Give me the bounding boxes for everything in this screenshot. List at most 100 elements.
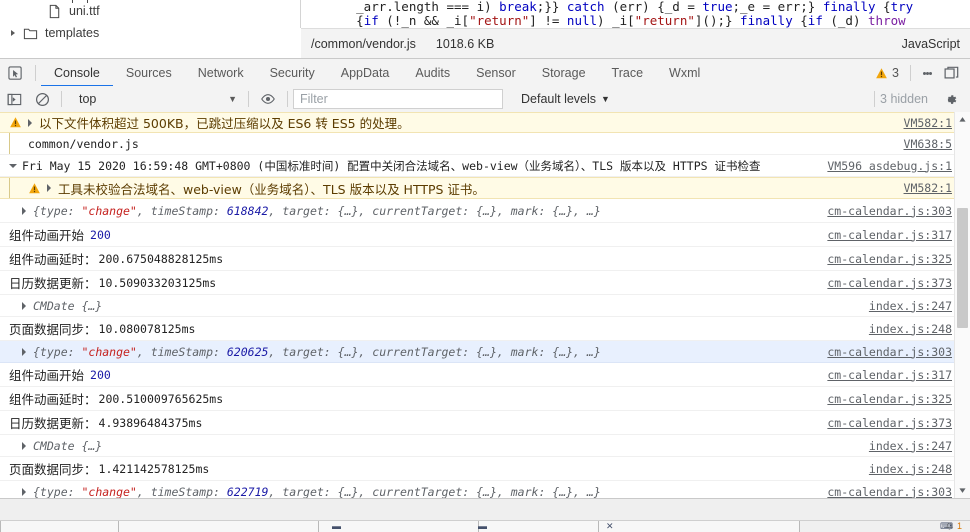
file-tree-item-templates[interactable]: templates	[0, 22, 300, 44]
console-source-link[interactable]: cm-calendar.js:317	[827, 228, 952, 242]
log-levels-selector[interactable]: Default levels ▼	[521, 92, 610, 106]
console-source-link[interactable]: cm-calendar.js:303	[827, 204, 952, 218]
chevron-down-icon: ▼	[228, 94, 237, 104]
tab-console[interactable]: Console	[41, 60, 113, 87]
console-row-log[interactable]: 组件动画开始 200 cm-calendar.js:317	[0, 223, 970, 247]
console-row-object[interactable]: CMDate {…} index.js:247	[0, 295, 970, 317]
console-scrollbar[interactable]	[954, 112, 970, 498]
console-row-detail[interactable]: common/vendor.js VM638:5	[0, 133, 970, 155]
console-source-link[interactable]: VM596 asdebug.js:1	[827, 159, 952, 173]
execution-context-selector[interactable]: top ▼	[71, 89, 243, 109]
tab-security[interactable]: Security	[257, 60, 328, 87]
object-string-value: "change"	[81, 344, 137, 359]
tab-trace[interactable]: Trace	[599, 60, 657, 87]
dock-position-icon[interactable]	[938, 62, 964, 84]
console-message-text: 日历数据更新：	[9, 276, 97, 291]
object-mid: , timeStamp:	[136, 344, 227, 359]
inspect-element-icon[interactable]	[0, 60, 30, 87]
console-message-text: 工具未校验合法域名、web-view（业务域名）、TLS 版本以及 HTTPS …	[58, 181, 485, 197]
console-source-link[interactable]: index.js:248	[869, 462, 952, 476]
console-row-log[interactable]: 页面数据同步： 1.421142578125ms index.js:248	[0, 457, 970, 481]
console-object-preview: CMDate {…}	[33, 298, 103, 313]
console-source-link[interactable]: cm-calendar.js:303	[827, 485, 952, 499]
console-message-value: 200	[90, 367, 111, 382]
expand-arrow-icon[interactable]	[20, 441, 30, 451]
tab-sources[interactable]: Sources	[113, 60, 185, 87]
console-row-log[interactable]: 组件动画开始 200 cm-calendar.js:317	[0, 363, 970, 387]
console-source-link[interactable]: cm-calendar.js:373	[827, 416, 952, 430]
console-row-log[interactable]: 组件动画延时： 200.510009765625ms cm-calendar.j…	[0, 387, 970, 411]
kebab-menu-icon[interactable]	[916, 62, 938, 84]
tab-wxml[interactable]: Wxml	[656, 60, 713, 87]
console-source-link[interactable]: cm-calendar.js:325	[827, 252, 952, 266]
console-row-group-header[interactable]: Fri May 15 2020 16:59:48 GMT+0800 (中国标准时…	[0, 155, 970, 177]
console-row-object-selected[interactable]: {type: "change", timeStamp: 620625, targ…	[0, 341, 970, 363]
console-row-warning[interactable]: 以下文件体积超过 500KB，已跳过压缩以及 ES6 转 ES5 的处理。 VM…	[0, 112, 970, 133]
console-source-link[interactable]: VM582:1	[904, 181, 952, 195]
code-editor-pane[interactable]: _arr.length === i) break;}} catch (err) …	[301, 0, 970, 28]
expand-arrow-icon[interactable]	[45, 183, 55, 193]
tab-appdata[interactable]: AppData	[328, 60, 403, 87]
console-message-text: 以下文件体积超过 500KB，已跳过压缩以及 ES6 转 ES5 的处理。	[39, 116, 410, 131]
file-tree-item-label: templates	[45, 26, 100, 40]
tab-audits[interactable]: Audits	[402, 60, 463, 87]
chevron-right-icon[interactable]	[8, 27, 20, 39]
live-expression-icon[interactable]	[254, 87, 282, 112]
tab-list: Console Sources Network Security AppData…	[41, 60, 713, 87]
console-row-object[interactable]: {type: "change", timeStamp: 618842, targ…	[0, 199, 970, 223]
console-source-link[interactable]: index.js:247	[869, 299, 952, 313]
expand-arrow-icon[interactable]	[26, 118, 36, 128]
taskbar-item[interactable]	[0, 521, 120, 532]
object-suffix: , target: {…}, currentTarget: {…}, mark:…	[268, 203, 601, 218]
console-row-log[interactable]: 页面数据同步： 10.080078125ms index.js:248	[0, 317, 970, 341]
gear-icon[interactable]	[936, 87, 964, 112]
console-prompt-area[interactable]	[0, 498, 970, 521]
console-source-link[interactable]: VM638:5	[904, 137, 952, 151]
scrollbar-thumb[interactable]	[957, 208, 968, 328]
folder-icon	[23, 26, 38, 41]
console-sidebar-icon[interactable]	[0, 87, 28, 112]
execution-context-value: top	[79, 92, 97, 106]
toolbar-divider	[287, 91, 288, 107]
tab-storage[interactable]: Storage	[529, 60, 599, 87]
console-source-link[interactable]: cm-calendar.js:317	[827, 368, 952, 382]
object-number-value: 622719	[226, 484, 269, 499]
console-filter-bar: top ▼ Default levels ▼ 3 hidden	[0, 86, 970, 113]
file-tree-item-uni-ttf[interactable]: uni.ttf	[0, 0, 300, 22]
scroll-up-arrow-icon[interactable]	[955, 112, 970, 127]
expand-arrow-icon[interactable]	[20, 347, 30, 357]
collapse-arrow-icon[interactable]	[9, 161, 19, 171]
console-source-link[interactable]: cm-calendar.js:303	[827, 345, 952, 359]
console-message-text: 组件动画开始	[9, 228, 85, 243]
console-row-log[interactable]: 日历数据更新： 10.509033203125ms cm-calendar.js…	[0, 271, 970, 295]
tab-sensor[interactable]: Sensor	[463, 60, 529, 87]
warning-count-badge[interactable]: 3	[875, 66, 905, 80]
clear-console-icon[interactable]	[28, 87, 56, 112]
console-source-link[interactable]: cm-calendar.js:325	[827, 392, 952, 406]
tab-bar-actions: 3	[875, 62, 970, 84]
object-suffix: , target: {…}, currentTarget: {…}, mark:…	[268, 344, 601, 359]
system-tray: 1	[945, 521, 962, 532]
console-source-link[interactable]: VM582:1	[904, 116, 952, 130]
expand-arrow-icon[interactable]	[20, 206, 30, 216]
console-row-log[interactable]: 日历数据更新： 4.93896484375ms cm-calendar.js:3…	[0, 411, 970, 435]
expand-arrow-icon[interactable]	[20, 301, 30, 311]
console-row-object[interactable]: {type: "change", timeStamp: 622719, targ…	[0, 481, 970, 498]
console-source-link[interactable]: index.js:248	[869, 322, 952, 336]
object-mid: , timeStamp:	[136, 484, 227, 499]
console-source-link[interactable]: index.js:247	[869, 439, 952, 453]
console-object-preview: {type: "change", timeStamp: 618842, targ…	[33, 204, 601, 218]
console-source-link[interactable]: cm-calendar.js:373	[827, 276, 952, 290]
console-row-warning[interactable]: 工具未校验合法域名、web-view（业务域名）、TLS 版本以及 HTTPS …	[0, 177, 970, 199]
console-row-object[interactable]: CMDate {…} index.js:247	[0, 435, 970, 457]
tab-network[interactable]: Network	[185, 60, 257, 87]
console-row-log[interactable]: 组件动画延时： 200.675048828125ms cm-calendar.j…	[0, 247, 970, 271]
taskbar-item[interactable]	[118, 521, 320, 532]
filter-input[interactable]	[293, 89, 503, 109]
expand-arrow-icon[interactable]	[20, 487, 30, 497]
taskbar-item[interactable]	[598, 521, 800, 532]
console-message-list[interactable]: 以下文件体积超过 500KB，已跳过压缩以及 ES6 转 ES5 的处理。 VM…	[0, 112, 970, 498]
taskbar-item[interactable]	[478, 521, 600, 532]
scroll-down-arrow-icon[interactable]	[955, 483, 970, 498]
taskbar-item[interactable]	[318, 521, 480, 532]
